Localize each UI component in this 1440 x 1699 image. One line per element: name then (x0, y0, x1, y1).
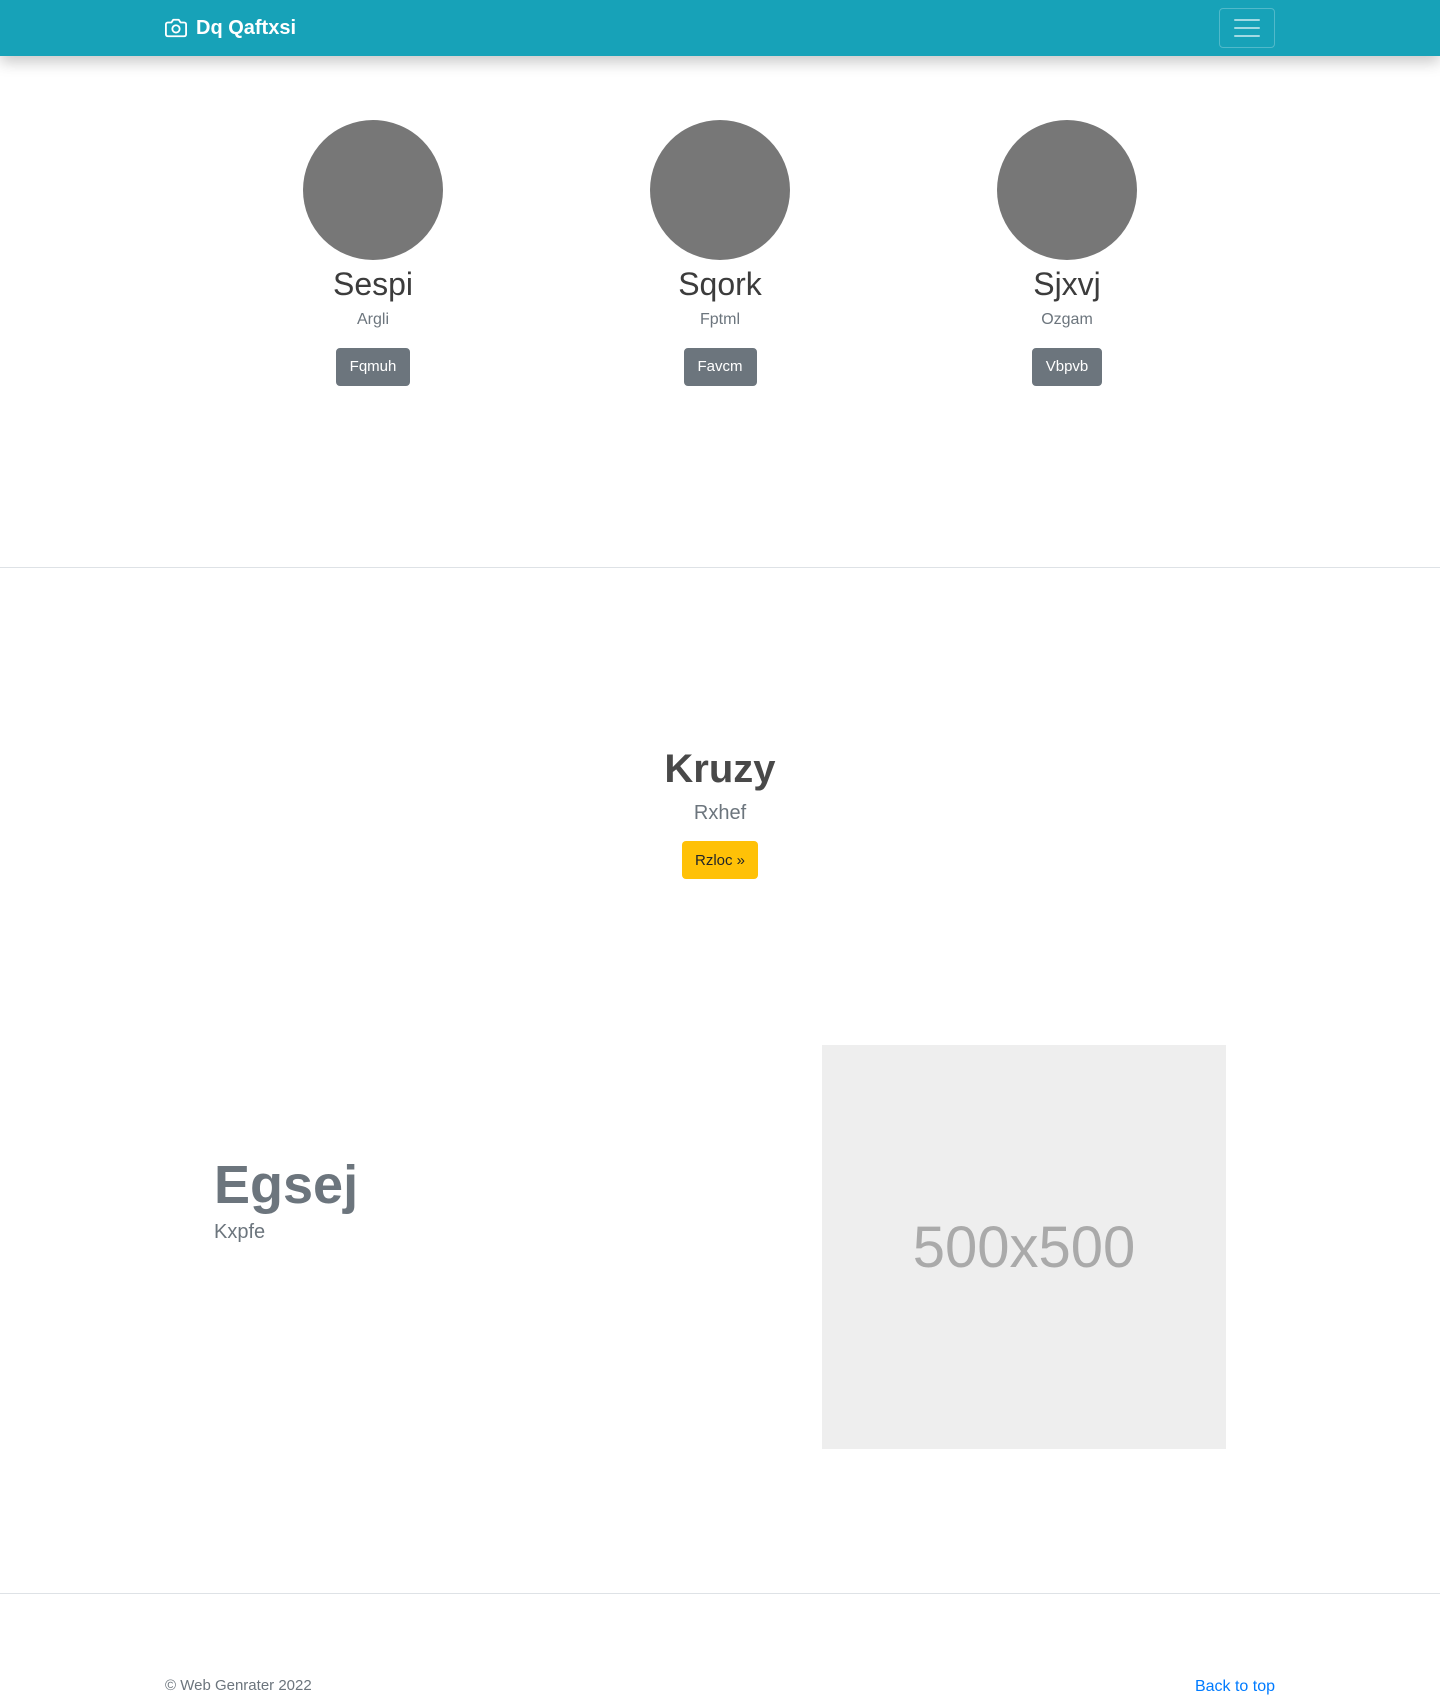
avatar (997, 120, 1137, 260)
footer-copyright: © Web Genrater 2022 (165, 1677, 312, 1694)
hamburger-menu-icon (1234, 35, 1260, 37)
navbar-toggler-button[interactable] (1219, 8, 1275, 48)
camera-icon (165, 18, 187, 38)
profile-name: Sespi (332, 266, 414, 302)
hamburger-menu-icon (1234, 19, 1260, 21)
profile-card: Sqork Fptml Favcm (570, 120, 870, 386)
hero-subtitle: Rxhef (693, 802, 747, 824)
profile-role: Argli (356, 311, 389, 329)
placeholder-label: 500x500 (912, 1214, 1136, 1280)
profile-card: Sjxvj Ozgam Vbpvb (917, 120, 1217, 386)
hero-cta-button[interactable]: Rzloc » (681, 841, 759, 879)
feature-title: Egsej (214, 1155, 359, 1215)
avatar (650, 120, 790, 260)
profile-button[interactable]: Vbpvb (1031, 347, 1103, 386)
profile-card: Sespi Argli Fqmuh (223, 120, 523, 386)
brand-label: Dq Qaftxsi (196, 16, 297, 39)
profile-button[interactable]: Favcm (683, 347, 757, 386)
back-to-top-link[interactable]: Back to top (1195, 1677, 1275, 1696)
profile-button[interactable]: Fqmuh (335, 347, 411, 386)
section-divider (0, 567, 1440, 568)
feature-image-placeholder: 500x500 (822, 1045, 1226, 1449)
profile-role: Ozgam (1041, 311, 1093, 329)
top-navbar: Dq Qaftxsi (0, 0, 1440, 56)
hero-title: Kruzy (664, 747, 776, 791)
profile-role: Fptml (700, 311, 740, 329)
avatar (303, 120, 443, 260)
profile-name: Sqork (678, 266, 762, 302)
profile-name: Sjxvj (1033, 266, 1101, 302)
footer-divider (0, 1593, 1440, 1594)
hero-section: Kruzy Rxhef Rzloc » (0, 745, 1440, 879)
hamburger-menu-icon (1234, 27, 1260, 29)
feature-subtitle: Kxpfe (214, 1221, 266, 1243)
brand-link[interactable]: Dq Qaftxsi (165, 14, 296, 42)
